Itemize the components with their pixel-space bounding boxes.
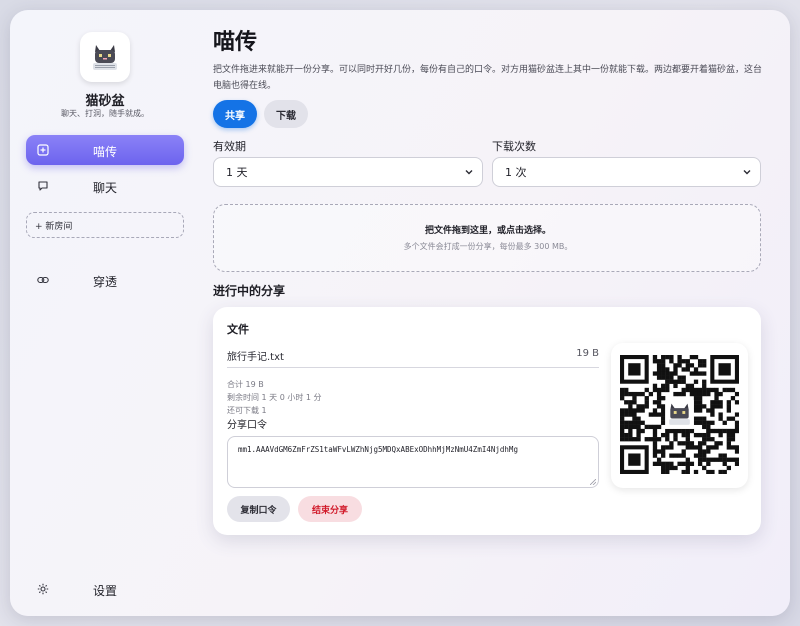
active-shares-title: 进行中的分享: [213, 284, 286, 298]
share-code-label: 分享口令: [227, 420, 267, 431]
expiry-value: 1 天: [226, 166, 248, 179]
file-name: 旅行手记.txt: [227, 352, 284, 363]
qr-code-icon: [620, 355, 739, 474]
download-count-label: 下载次数: [492, 140, 536, 153]
share-remaining-time: 剩余时间 1 天 0 小时 1 分: [227, 393, 322, 402]
app-tagline: 聊天、打洞，随手就成。: [61, 109, 149, 118]
end-share-button[interactable]: 结束分享: [298, 496, 362, 522]
download-count-select[interactable]: 1 次: [492, 157, 761, 187]
dropzone-sub-text: 多个文件会打成一份分享，每份最多 300 MB。: [403, 242, 573, 251]
page-description: 把文件拖进来就能开一份分享。可以同时开好几份，每份有自己的口令。对方用猫砂盆连上…: [213, 65, 763, 91]
sidebar: 猫砂盆 聊天、打洞，随手就成。 喵传 聊天 + 新房间 穿透 设置: [10, 10, 200, 616]
share-code-field[interactable]: mm1.AAAVdGM6ZmFrZS1taWFvLWZhNjg5MDQxABEx…: [227, 436, 599, 488]
page-title: 喵传: [213, 30, 258, 55]
expiry-select[interactable]: 1 天: [213, 157, 483, 187]
dropzone-main-text: 把文件拖到这里，或点击选择。: [424, 226, 551, 236]
new-room-button[interactable]: + 新房间: [26, 212, 184, 238]
divider: [227, 367, 599, 368]
qr-code-panel: [611, 343, 748, 488]
share-downloads-left: 还可下载 1: [227, 406, 267, 415]
chevron-down-icon: [465, 170, 473, 175]
tab-share[interactable]: 共享: [213, 100, 257, 128]
sidebar-item-label: 聊天: [92, 181, 117, 195]
share-total: 合计 19 B: [227, 380, 264, 389]
copy-code-button[interactable]: 复制口令: [227, 496, 290, 522]
expiry-label: 有效期: [213, 140, 246, 153]
app-logo: [80, 32, 130, 82]
sidebar-item-chat[interactable]: 聊天: [26, 171, 184, 201]
sidebar-item-label: 喵传: [92, 145, 117, 159]
sidebar-item-label: 设置: [92, 584, 117, 598]
app-window: 猫砂盆 聊天、打洞，随手就成。 喵传 聊天 + 新房间 穿透 设置 喵传 把文件…: [10, 10, 790, 616]
app-name: 猫砂盆: [85, 94, 125, 109]
sidebar-item-settings[interactable]: 设置: [26, 574, 184, 604]
main-panel: 喵传 把文件拖进来就能开一份分享。可以同时开好几份，每份有自己的口令。对方用猫砂…: [213, 10, 773, 616]
sidebar-item-share[interactable]: 喵传: [26, 135, 184, 165]
download-count-value: 1 次: [505, 166, 527, 179]
share-card: 文件 旅行手记.txt 19 B 合计 19 B 剩余时间 1 天 0 小时 1…: [213, 307, 761, 535]
chevron-down-icon: [743, 170, 751, 175]
share-code-text: mm1.AAAVdGM6ZmFrZS1taWFvLWZhNjg5MDQxABEx…: [238, 445, 518, 454]
resize-grip-icon[interactable]: [590, 479, 596, 485]
sidebar-item-label: 穿透: [92, 275, 117, 289]
cat-logo-icon: [93, 45, 117, 70]
tab-download[interactable]: 下载: [264, 100, 308, 128]
share-card-heading: 文件: [227, 323, 249, 336]
sidebar-item-tunnel[interactable]: 穿透: [26, 265, 184, 295]
file-dropzone[interactable]: 把文件拖到这里，或点击选择。 多个文件会打成一份分享，每份最多 300 MB。: [213, 204, 761, 272]
file-size: 19 B: [576, 348, 599, 359]
